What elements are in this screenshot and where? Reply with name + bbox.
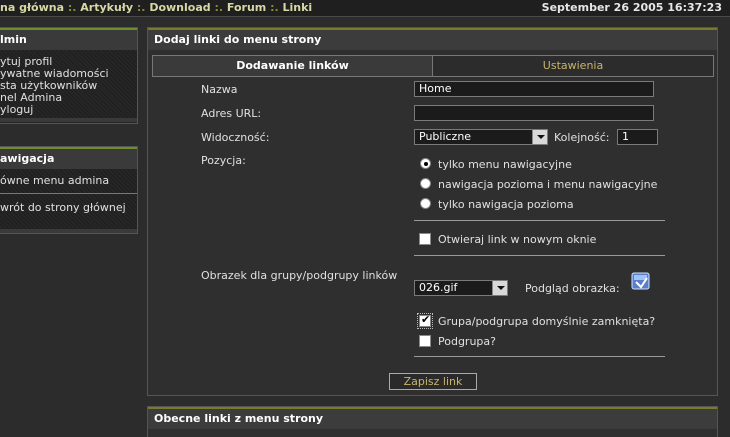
subgroup-label: Podgrupa? [438, 335, 496, 348]
new-window-checkbox[interactable] [419, 233, 431, 245]
url-label: Adres URL: [201, 107, 262, 120]
save-link-button[interactable]: Zapisz link [389, 373, 477, 390]
name-input[interactable]: Home [414, 81, 654, 97]
sidebar-item-back-home[interactable]: wrót do strony głównej [0, 194, 137, 214]
nav-separator: :. [270, 1, 279, 14]
image-label: Obrazek dla grupy/podgrupy linków [201, 269, 398, 282]
url-input[interactable] [414, 105, 654, 121]
sidebar-item-logout[interactable]: yloguj [0, 104, 137, 116]
sidebar-admin-box: lmin ytuj profil ywatne wiadomości sta u… [0, 27, 138, 124]
top-bar: na główna :. Artykuły :. Download :. For… [0, 0, 730, 17]
breadcrumb-nav: na główna :. Artykuły :. Download :. For… [0, 1, 312, 14]
chevron-down-icon[interactable] [532, 130, 547, 144]
visibility-select[interactable]: Publiczne [414, 129, 548, 145]
position-radio-nav-only[interactable] [420, 158, 431, 169]
position-label: Pozycja: [201, 154, 246, 167]
position-option-label: tylko menu nawigacyjne [438, 158, 572, 171]
sidebar-nav-box: awigacja ówne menu admina wrót do strony… [0, 146, 138, 234]
position-radio-both[interactable] [420, 178, 431, 189]
sidebar-item-admin-main-menu[interactable]: ówne menu admina [0, 169, 137, 194]
current-links-panel: Obecne linki z menu strony [147, 406, 718, 437]
tab-settings[interactable]: Ustawienia [433, 56, 713, 76]
tab-bar: Dodawanie linków Ustawienia [152, 55, 714, 77]
sidebar-nav-menu: ówne menu admina wrót do strony głównej [0, 169, 137, 229]
nav-link-forum[interactable]: Forum [227, 1, 266, 14]
nav-link-articles[interactable]: Artykuły [80, 1, 133, 14]
image-selected-value: 026.gif [419, 281, 458, 294]
new-window-label: Otwieraj link w nowym oknie [438, 233, 597, 246]
divider [414, 356, 665, 357]
preview-label: Podgląd obrazka: [525, 282, 620, 295]
sidebar-admin-title: lmin [0, 28, 137, 50]
preview-image-icon [631, 272, 650, 290]
panel-title: Obecne linki z menu strony [148, 407, 717, 429]
sidebar-box-footer [0, 118, 137, 122]
sidebar-nav-title: awigacja [0, 147, 137, 169]
nav-separator: :. [214, 1, 224, 14]
nav-separator: :. [136, 1, 146, 14]
divider [414, 255, 665, 256]
group-closed-checkbox[interactable] [417, 313, 433, 329]
order-input[interactable]: 1 [617, 129, 658, 145]
nav-link-download[interactable]: Download [149, 1, 210, 14]
divider [414, 220, 665, 221]
group-closed-label: Grupa/podgrupa domyślnie zamknięta? [438, 315, 656, 328]
image-select[interactable]: 026.gif [414, 280, 508, 296]
visibility-label: Widoczność: [201, 131, 270, 144]
sidebar-admin-menu: ytuj profil ywatne wiadomości sta użytko… [0, 50, 137, 118]
tab-add-links[interactable]: Dodawanie linków [153, 56, 433, 76]
panel-title: Dodaj linki do menu strony [148, 28, 717, 50]
chevron-down-icon[interactable] [492, 281, 507, 295]
subgroup-checkbox[interactable] [419, 335, 431, 347]
nav-link-links[interactable]: Linki [283, 1, 313, 14]
name-label: Nazwa [201, 83, 238, 96]
datetime: September 26 2005 16:37:23 [541, 1, 722, 14]
sidebar-box-footer [0, 229, 137, 233]
position-option-label: tylko nawigacja pozioma [438, 198, 574, 211]
position-radio-horizontal-only[interactable] [420, 198, 431, 209]
visibility-selected-value: Publiczne [419, 130, 472, 143]
nav-link-home[interactable]: na główna [0, 1, 64, 14]
position-option-label: nawigacja pozioma i menu nawigacyjne [438, 178, 658, 191]
order-label: Kolejność: [554, 131, 610, 144]
nav-separator: :. [67, 1, 77, 14]
